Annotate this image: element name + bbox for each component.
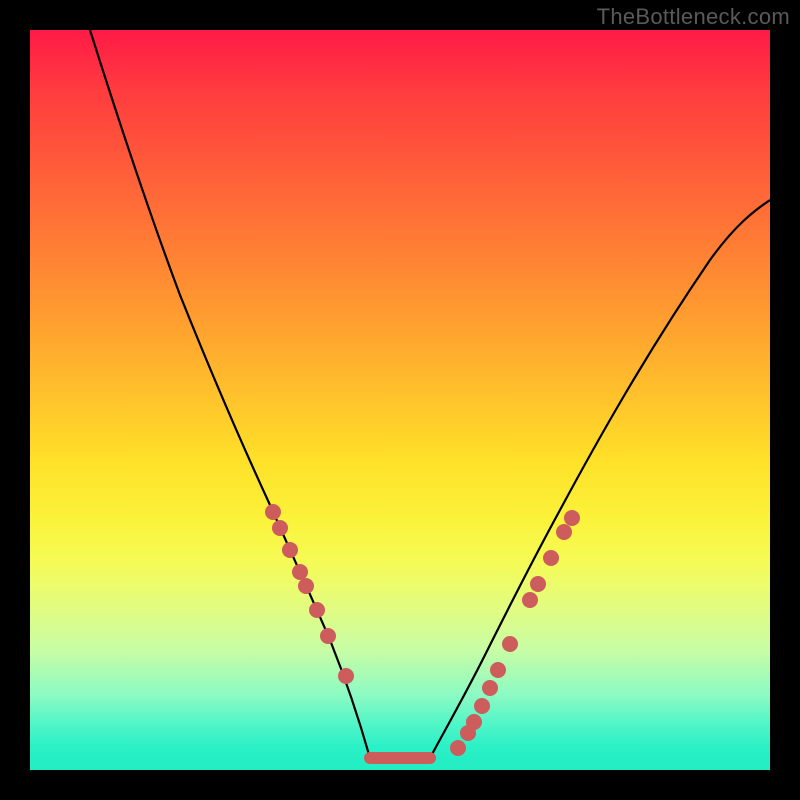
marker-right-11	[564, 510, 580, 526]
marker-right-6	[502, 636, 518, 652]
marker-right-3	[474, 698, 490, 714]
marker-right-9	[543, 550, 559, 566]
marker-right-0	[450, 740, 466, 756]
marker-right-7	[522, 592, 538, 608]
curve-svg	[30, 30, 770, 770]
marker-left-2	[282, 542, 298, 558]
marker-left-1	[272, 520, 288, 536]
marker-right-2	[466, 714, 482, 730]
marker-left-7	[338, 668, 354, 684]
marker-left-0	[265, 504, 281, 520]
marker-left-6	[320, 628, 336, 644]
marker-right-10	[556, 524, 572, 540]
marker-left-5	[309, 602, 325, 618]
marker-right-8	[530, 576, 546, 592]
watermark-text: TheBottleneck.com	[597, 4, 790, 30]
marker-left-3	[292, 564, 308, 580]
marker-right-5	[490, 662, 506, 678]
marker-right-1	[460, 725, 476, 741]
bottleneck-curve	[90, 30, 770, 758]
marker-right-4	[482, 680, 498, 696]
plot-area	[30, 30, 770, 770]
marker-left-4	[298, 578, 314, 594]
chart-frame: TheBottleneck.com	[0, 0, 800, 800]
